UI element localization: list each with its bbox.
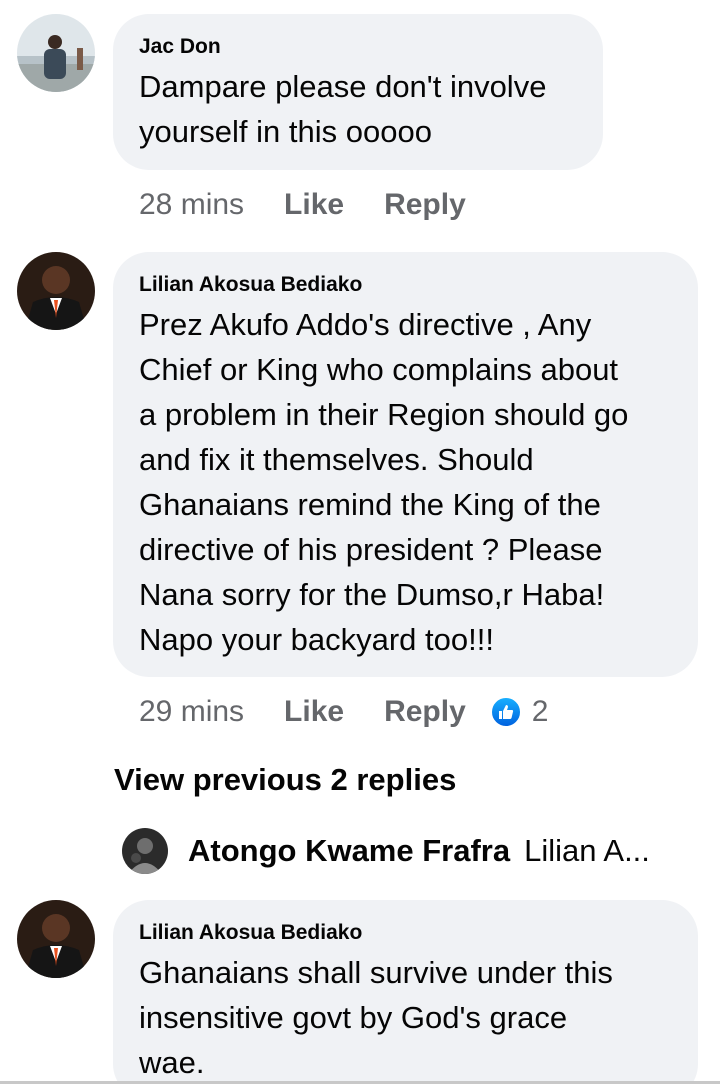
comment-actions: 29 mins Like Reply 2: [139, 692, 548, 732]
avatar[interactable]: [17, 900, 95, 978]
avatar[interactable]: [17, 14, 95, 92]
comment-bubble: Jac Don Dampare please don't involve you…: [113, 14, 603, 170]
comment-author[interactable]: Jac Don: [139, 34, 577, 60]
reaction-count: 2: [531, 695, 549, 728]
reply-preview-row[interactable]: Atongo Kwame Frafra Lilian A...: [122, 828, 650, 874]
comment-timestamp[interactable]: 28 mins: [139, 185, 244, 225]
comment-timestamp[interactable]: 29 mins: [139, 692, 244, 732]
comment-text: Prez Akufo Addo's directive , Any Chief …: [139, 307, 629, 657]
reply-button[interactable]: Reply: [384, 692, 466, 732]
like-button[interactable]: Like: [284, 185, 344, 225]
reply-author[interactable]: Atongo Kwame Frafra: [188, 833, 510, 869]
avatar[interactable]: [17, 252, 95, 330]
thumbs-up-icon: [489, 696, 522, 728]
comment-author[interactable]: Lilian Akosua Bediako: [139, 920, 672, 946]
reply-button[interactable]: Reply: [384, 185, 466, 225]
comment-text: Ghanaians shall survive under this insen…: [139, 955, 613, 1080]
comment-bubble: Lilian Akosua Bediako Ghanaians shall su…: [113, 900, 698, 1084]
avatar: [122, 828, 168, 874]
comments-thread: Jac Don Dampare please don't involve you…: [0, 0, 720, 1084]
reply-preview-text: Lilian A...: [524, 833, 650, 868]
reactions-summary[interactable]: 2: [489, 692, 549, 732]
comment-bubble: Lilian Akosua Bediako Prez Akufo Addo's …: [113, 252, 698, 677]
view-previous-replies-link[interactable]: View previous 2 replies: [114, 760, 456, 800]
comment-text: Dampare please don't involve yourself in…: [139, 69, 547, 149]
like-button[interactable]: Like: [284, 692, 344, 732]
comment-actions: 28 mins Like Reply: [139, 185, 466, 225]
comment-author[interactable]: Lilian Akosua Bediako: [139, 272, 672, 298]
